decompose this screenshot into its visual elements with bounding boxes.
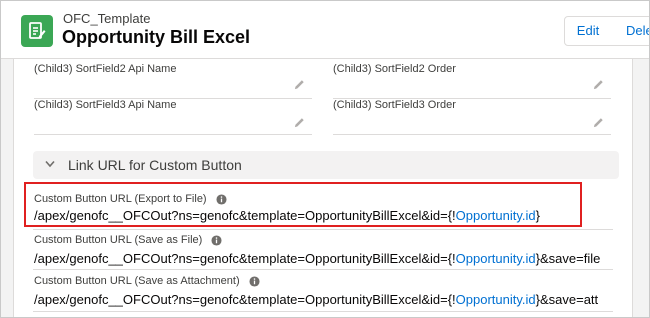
section-title: Link URL for Custom Button <box>68 157 242 173</box>
pencil-icon[interactable] <box>593 117 604 128</box>
info-icon[interactable] <box>249 276 260 287</box>
object-label: OFC_Template <box>63 11 151 26</box>
field-label: (Child3) SortField3 Order <box>333 99 456 111</box>
field-sortfield2-api-name: (Child3) SortField2 Api Name <box>34 59 312 99</box>
chevron-down-icon[interactable] <box>45 160 55 168</box>
field-label: Custom Button URL (Save as File) <box>34 234 203 246</box>
edit-button[interactable]: Edit <box>564 16 612 46</box>
field-sortfield3-api-name: (Child3) SortField3 Api Name <box>34 95 312 135</box>
field-label: (Child3) SortField3 Api Name <box>34 99 177 111</box>
divider <box>33 229 613 230</box>
field-label: (Child3) SortField2 Api Name <box>34 63 177 75</box>
pencil-icon[interactable] <box>593 79 604 90</box>
page-title: Opportunity Bill Excel <box>62 27 251 47</box>
url-save-file-value: /apex/genofc__OFCOut?ns=genofc&template=… <box>34 251 601 266</box>
url-save-file-label-row: Custom Button URL (Save as File) <box>34 234 222 247</box>
field-label: Custom Button URL (Save as Attachment) <box>34 275 240 287</box>
pencil-icon[interactable] <box>294 117 305 128</box>
opportunity-id-link[interactable]: Opportunity.id <box>456 251 536 266</box>
divider <box>33 311 613 312</box>
opportunity-id-link[interactable]: Opportunity.id <box>456 292 536 307</box>
info-icon[interactable] <box>211 235 222 246</box>
section-link-url[interactable]: Link URL for Custom Button <box>33 151 619 179</box>
record-header: OFC_Template Opportunity Bill Excel Edit… <box>1 1 649 59</box>
url-save-attachment-value: /apex/genofc__OFCOut?ns=genofc&template=… <box>34 292 599 307</box>
highlight-box <box>24 182 582 227</box>
divider <box>33 269 613 270</box>
window: OFC_Template Opportunity Bill Excel Edit… <box>0 0 650 318</box>
template-icon <box>21 15 53 47</box>
pencil-icon[interactable] <box>294 79 305 90</box>
field-label: (Child3) SortField2 Order <box>333 63 456 75</box>
url-save-attachment-label-row: Custom Button URL (Save as Attachment) <box>34 275 260 288</box>
delete-button[interactable]: Delete <box>611 16 649 46</box>
field-sortfield2-order: (Child3) SortField2 Order <box>333 59 611 99</box>
field-sortfield3-order: (Child3) SortField3 Order <box>333 95 611 135</box>
